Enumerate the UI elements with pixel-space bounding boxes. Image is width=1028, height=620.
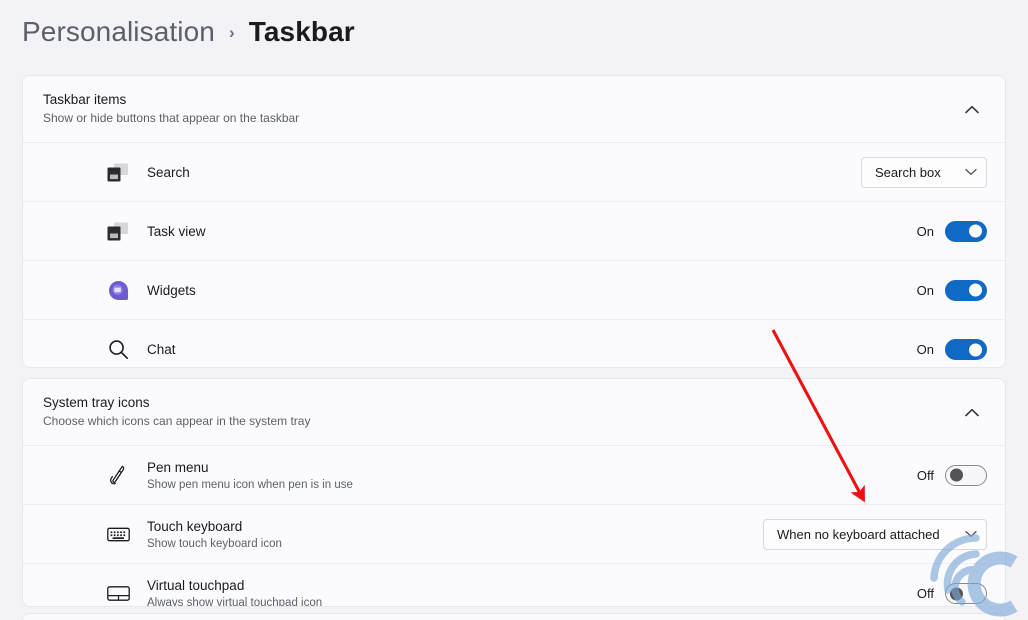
system-tray-icons-collapse-button[interactable] xyxy=(957,397,987,427)
pen-menu-state-label: Off xyxy=(916,467,934,483)
task-view-state-label: On xyxy=(916,223,934,239)
toggle-knob xyxy=(950,468,963,482)
row-widgets[interactable]: Widgets On xyxy=(23,261,1005,320)
task-view-toggle[interactable] xyxy=(945,220,987,242)
taskbar-items-title: Taskbar items xyxy=(43,92,127,107)
row-virtual-touchpad-text: Virtual touchpad Always show virtual tou… xyxy=(147,576,917,607)
chevron-up-icon xyxy=(965,105,979,113)
row-pen-menu-control: Off xyxy=(916,464,987,486)
widgets-icon xyxy=(105,277,131,303)
row-chat-text: Chat xyxy=(147,340,917,359)
chat-state-label: On xyxy=(916,342,934,357)
row-task-view-control: On xyxy=(916,220,987,242)
row-pen-menu[interactable]: Pen menu Show pen menu icon when pen is … xyxy=(23,446,1005,505)
breadcrumb: Personalisation › Taskbar xyxy=(22,16,355,48)
widgets-state-label: On xyxy=(916,282,934,298)
row-search-label: Search xyxy=(147,164,190,180)
task-view-icon xyxy=(105,159,131,185)
row-touch-keyboard-label: Touch keyboard xyxy=(147,518,243,534)
next-section-card xyxy=(22,613,1006,620)
search-mode-value: Search box xyxy=(875,164,941,180)
row-search[interactable]: Search Search box xyxy=(23,143,1005,202)
chevron-down-icon xyxy=(965,168,977,175)
page-title: Taskbar xyxy=(248,16,355,47)
touchpad-icon xyxy=(105,581,131,607)
chevron-up-icon xyxy=(965,408,979,416)
row-virtual-touchpad-sub: Always show virtual touchpad icon xyxy=(147,597,323,607)
row-task-view-text: Task view xyxy=(147,222,917,241)
row-virtual-touchpad[interactable]: Virtual touchpad Always show virtual tou… xyxy=(23,564,1005,607)
breadcrumb-parent-link[interactable]: Personalisation xyxy=(22,16,215,48)
system-tray-icons-header-text: System tray icons Choose which icons can… xyxy=(43,394,957,430)
chat-toggle[interactable] xyxy=(945,339,987,360)
row-pen-menu-text: Pen menu Show pen menu icon when pen is … xyxy=(147,458,917,493)
row-touch-keyboard[interactable]: Touch keyboard Show touch keyboard icon … xyxy=(23,505,1005,564)
pen-icon xyxy=(105,462,131,488)
toggle-knob xyxy=(969,343,982,356)
row-task-view[interactable]: Task view On xyxy=(23,202,1005,261)
row-chat-label: Chat xyxy=(147,342,176,357)
taskbar-items-card: Taskbar items Show or hide buttons that … xyxy=(22,75,1006,368)
wifi-c-logo-watermark xyxy=(930,534,1018,617)
breadcrumb-separator-icon: › xyxy=(228,23,235,42)
taskbar-items-header[interactable]: Taskbar items Show or hide buttons that … xyxy=(23,76,1005,143)
row-widgets-control: On xyxy=(916,279,987,301)
row-widgets-label: Widgets xyxy=(147,282,196,298)
row-search-text: Search xyxy=(147,163,861,182)
row-widgets-text: Widgets xyxy=(147,281,917,300)
row-search-control: Search box xyxy=(861,156,987,188)
search-icon xyxy=(105,337,131,363)
taskbar-items-subtitle: Show or hide buttons that appear on the … xyxy=(43,111,300,125)
row-virtual-touchpad-label: Virtual touchpad xyxy=(147,578,245,593)
task-view-icon xyxy=(105,218,131,244)
system-tray-icons-card: System tray icons Choose which icons can… xyxy=(22,378,1006,607)
search-mode-dropdown[interactable]: Search box xyxy=(861,156,987,188)
taskbar-items-collapse-button[interactable] xyxy=(957,94,987,124)
settings-page: Personalisation › Taskbar Taskbar items … xyxy=(0,0,1028,620)
system-tray-icons-header[interactable]: System tray icons Choose which icons can… xyxy=(23,379,1005,446)
system-tray-icons-title: System tray icons xyxy=(43,395,150,410)
touch-keyboard-value: When no keyboard attached xyxy=(777,526,940,542)
widgets-toggle[interactable] xyxy=(945,279,987,301)
row-chat[interactable]: Chat On xyxy=(23,320,1005,367)
toggle-knob xyxy=(969,283,982,297)
row-touch-keyboard-sub: Show touch keyboard icon xyxy=(147,537,282,550)
row-task-view-label: Task view xyxy=(147,223,206,239)
row-pen-menu-label: Pen menu xyxy=(147,459,209,475)
toggle-knob xyxy=(969,224,982,238)
row-pen-menu-sub: Show pen menu icon when pen is in use xyxy=(147,478,353,491)
keyboard-icon xyxy=(105,521,131,547)
row-touch-keyboard-text: Touch keyboard Show touch keyboard icon xyxy=(147,517,763,552)
row-chat-control: On xyxy=(917,339,987,360)
system-tray-icons-subtitle: Choose which icons can appear in the sys… xyxy=(43,414,311,428)
pen-menu-toggle[interactable] xyxy=(945,464,987,486)
taskbar-items-header-text: Taskbar items Show or hide buttons that … xyxy=(43,91,957,127)
